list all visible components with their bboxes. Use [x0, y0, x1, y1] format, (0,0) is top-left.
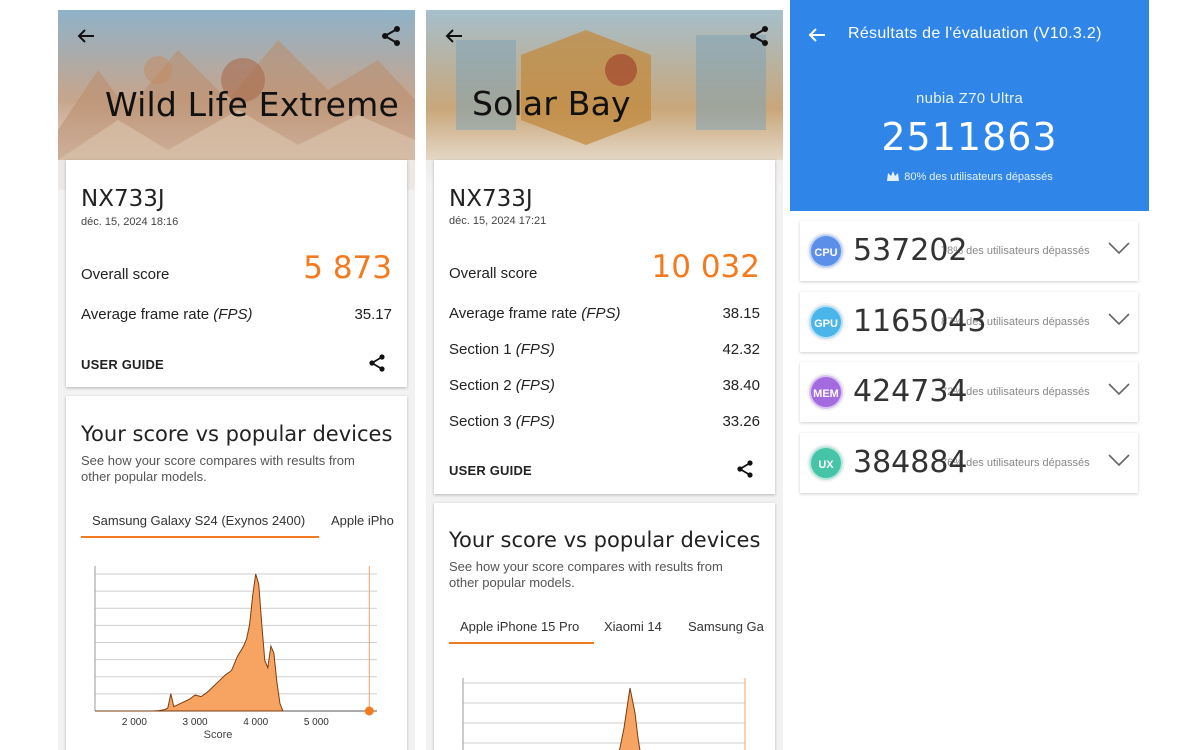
- fps-label: Average frame rate (FPS): [81, 306, 253, 323]
- share-icon[interactable]: [379, 24, 403, 48]
- section-2-label: Section 2 (FPS): [449, 377, 555, 394]
- tab-samsung-galaxy-s24[interactable]: Samsung Galaxy S24 (Exynos 2400): [92, 513, 305, 528]
- x-axis-label: Score: [204, 729, 233, 741]
- test-title: Wild Life Extreme: [105, 85, 399, 124]
- tab-apple-iphone-15-pro[interactable]: Apple iPhone 15 Pro: [460, 619, 579, 634]
- score-distribution-chart: [434, 668, 775, 750]
- mem-score-row[interactable]: MEM 72% des utilisateurs dépassés 424734: [800, 362, 1138, 422]
- share-icon[interactable]: [735, 459, 755, 479]
- device-name: nubia Z70 Ultra: [915, 90, 1024, 107]
- user-guide-link[interactable]: USER GUIDE: [449, 463, 532, 478]
- comparison-title: Your score vs popular devices: [81, 422, 393, 446]
- cpu-score-row[interactable]: CPU 78% des utilisateurs dépassés 537202: [800, 221, 1138, 281]
- overall-score-label: Overall score: [449, 265, 538, 282]
- share-icon[interactable]: [747, 24, 771, 48]
- ux-score: 384884: [853, 445, 968, 480]
- wild-life-extreme-panel: Wild Life Extreme NX733J déc. 15, 2024 1…: [58, 10, 415, 750]
- comparison-card: Your score vs popular devices See how yo…: [66, 396, 407, 750]
- ux-score-row[interactable]: UX 76% des utilisateurs dépassés 384884: [800, 433, 1138, 493]
- overall-score-value: 10 032: [651, 249, 760, 285]
- mem-score: 424734: [853, 374, 968, 409]
- share-icon[interactable]: [367, 353, 387, 373]
- section-1-value: 42.32: [722, 341, 760, 358]
- x-tick-label: 4 000: [243, 717, 268, 728]
- active-tab-indicator: [81, 536, 319, 538]
- section-3-value: 33.26: [722, 413, 760, 430]
- comparison-subtitle: See how your score compares with results…: [449, 559, 723, 590]
- score-card: NX733J déc. 15, 2024 17:21 Overall score…: [434, 160, 775, 494]
- tab-samsung[interactable]: Samsung Ga: [688, 619, 764, 634]
- test-date: déc. 15, 2024 18:16: [81, 216, 179, 228]
- user-score-marker: [364, 706, 374, 716]
- chart-svg: 2 000 3 000 4 000 5 000 Score: [94, 566, 377, 741]
- avg-fps-label: Average frame rate (FPS): [449, 305, 621, 322]
- score-distribution-chart: 2 000 3 000 4 000 5 000 Score: [66, 556, 407, 750]
- gpu-score: 1165043: [853, 304, 987, 339]
- chevron-down-icon[interactable]: [1108, 312, 1130, 326]
- ux-badge: UX: [809, 446, 843, 480]
- solar-bay-panel: Solar Bay NX733J déc. 15, 2024 17:21 Ove…: [426, 10, 783, 750]
- back-arrow-icon[interactable]: [74, 24, 98, 48]
- fps-value: 35.17: [354, 306, 392, 323]
- device-name: NX733J: [81, 186, 165, 212]
- comparison-subtitle: See how your score compares with results…: [81, 453, 355, 484]
- section-3-label: Section 3 (FPS): [449, 413, 555, 430]
- device-name: NX733J: [449, 186, 533, 212]
- x-tick-label: 2 000: [122, 717, 147, 728]
- gpu-score-row[interactable]: GPU 87% des utilisateurs dépassés 116504…: [800, 292, 1138, 352]
- chevron-down-icon[interactable]: [1108, 453, 1130, 467]
- antutu-results-panel: Résultats de l'évaluation (V10.3.2) nubi…: [790, 0, 1149, 750]
- results-header: Résultats de l'évaluation (V10.3.2) nubi…: [790, 0, 1149, 211]
- tab-xiaomi-14[interactable]: Xiaomi 14: [604, 619, 662, 634]
- overall-score-value: 5 873: [303, 250, 392, 286]
- percentile-line: 80% des utilisateurs dépassés: [790, 170, 1149, 183]
- crown-icon: [886, 170, 900, 182]
- results-title: Résultats de l'évaluation (V10.3.2): [848, 25, 1102, 42]
- section-2-value: 38.40: [722, 377, 760, 394]
- mem-badge: MEM: [809, 375, 843, 409]
- total-score: 2511863: [881, 115, 1058, 159]
- tab-apple-iphone[interactable]: Apple iPho: [331, 513, 394, 528]
- back-arrow-icon[interactable]: [806, 24, 828, 46]
- chevron-down-icon[interactable]: [1108, 382, 1130, 396]
- overall-score-label: Overall score: [81, 266, 170, 283]
- chart-svg: [462, 678, 746, 750]
- active-tab-indicator: [449, 642, 594, 644]
- section-1-label: Section 1 (FPS): [449, 341, 555, 358]
- x-tick-label: 3 000: [183, 717, 208, 728]
- avg-fps-value: 38.15: [722, 305, 760, 322]
- score-card: NX733J déc. 15, 2024 18:16 Overall score…: [66, 160, 407, 387]
- user-guide-link[interactable]: USER GUIDE: [81, 357, 164, 372]
- test-date: déc. 15, 2024 17:21: [449, 215, 547, 227]
- x-tick-label: 5 000: [304, 717, 329, 728]
- test-title: Solar Bay: [472, 84, 631, 123]
- gpu-badge: GPU: [809, 305, 843, 339]
- cpu-badge: CPU: [809, 234, 843, 268]
- cpu-score: 537202: [853, 233, 968, 268]
- comparison-card: Your score vs popular devices See how yo…: [434, 503, 775, 750]
- percentile-text: 80% des utilisateurs dépassés: [904, 171, 1053, 183]
- chevron-down-icon[interactable]: [1108, 241, 1130, 255]
- comparison-title: Your score vs popular devices: [449, 528, 761, 552]
- back-arrow-icon[interactable]: [442, 24, 466, 48]
